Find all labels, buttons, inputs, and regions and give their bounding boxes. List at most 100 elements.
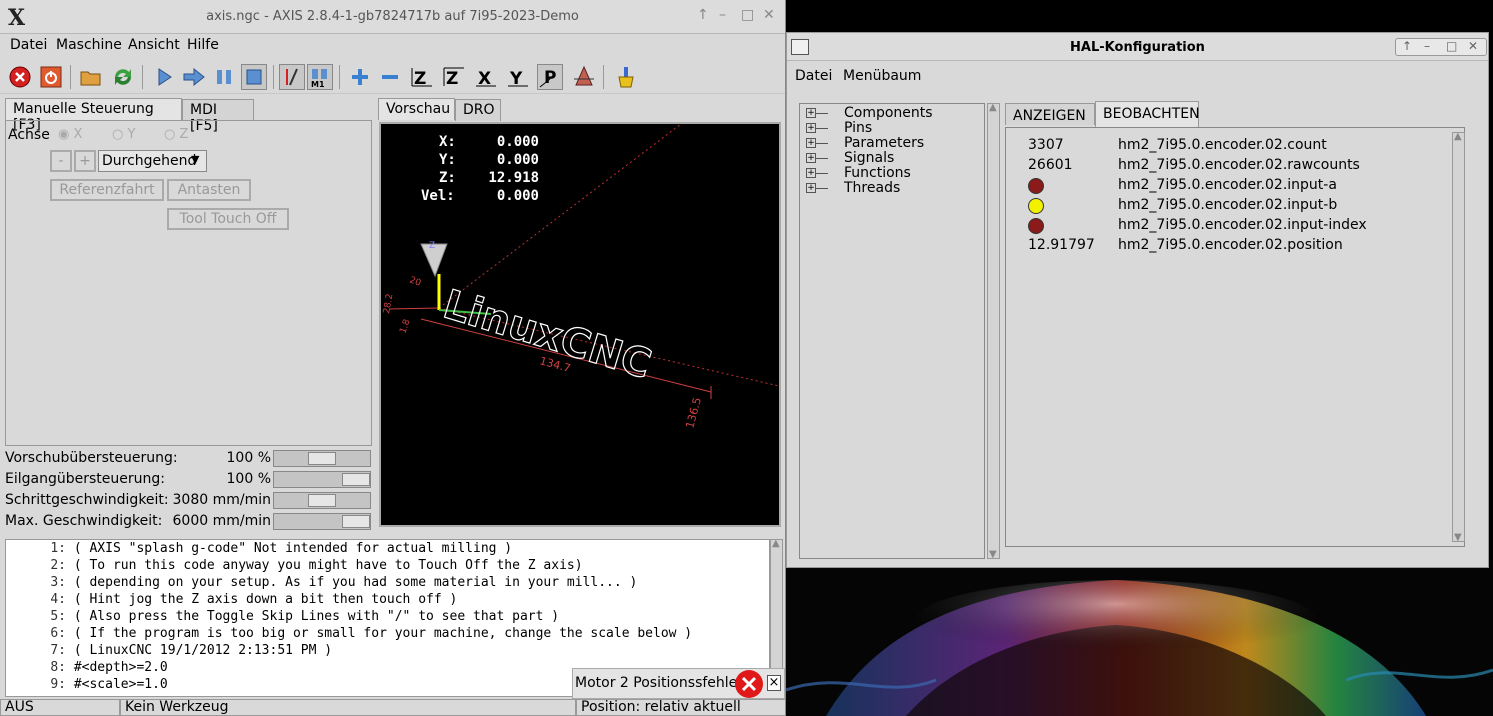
code-line[interactable]: 5: ( Also press the Toggle Skip Lines wi… — [6, 608, 769, 625]
expand-icon[interactable]: + — [806, 183, 816, 193]
rotate-view-button[interactable] — [571, 64, 597, 90]
axis-radio-y[interactable]: ○ Y — [112, 127, 135, 142]
tree-item-parameters[interactable]: + Parameters — [800, 136, 984, 151]
zoom-in-button[interactable] — [347, 64, 373, 90]
tree-item-components[interactable]: + Components — [800, 106, 984, 121]
code-line[interactable]: 2: ( To run this code anyway you might h… — [6, 557, 769, 574]
max-velocity-slider[interactable] — [273, 513, 371, 530]
toolpath-preview[interactable]: X: 0.000 Y: 0.000 Z: 12.918 Vel: 0.000 Z… — [379, 122, 781, 527]
run-button[interactable] — [151, 64, 177, 90]
tree-item-threads[interactable]: + Threads — [800, 181, 984, 196]
tree-item-functions[interactable]: + Functions — [800, 166, 984, 181]
window-minimize-icon[interactable]: – — [1424, 39, 1430, 53]
tab-preview[interactable]: Vorschau — [378, 98, 455, 120]
dimension-label: 136.5 — [683, 396, 704, 430]
jog-mode-select[interactable]: Durchgehend ▼ — [98, 150, 207, 172]
error-close-button[interactable]: × — [767, 675, 781, 691]
zoom-out-button[interactable] — [377, 64, 403, 90]
tab-mdi[interactable]: MDI [F5] — [182, 99, 254, 134]
slider-thumb[interactable] — [308, 494, 336, 507]
dimension-line — [388, 307, 440, 310]
tool-z-marker: Z — [429, 241, 435, 251]
open-file-button[interactable] — [78, 64, 104, 90]
jog-minus-button[interactable]: - — [50, 150, 72, 172]
view-z2-button[interactable]: Z — [441, 64, 467, 90]
axis-radio-z[interactable]: ○ Z — [164, 127, 188, 142]
probe-button[interactable]: Antasten — [167, 179, 251, 201]
expand-icon[interactable]: + — [806, 138, 816, 148]
slider-thumb[interactable] — [308, 452, 336, 465]
step-button[interactable] — [181, 64, 207, 90]
machine-power-button[interactable] — [38, 64, 64, 90]
view-z2-icon: Z — [443, 67, 464, 89]
expand-icon[interactable]: + — [806, 168, 816, 178]
scroll-down-icon[interactable]: ▼ — [1454, 532, 1462, 543]
tree-label: Components — [844, 105, 933, 121]
jog-speed-label: Schrittgeschwindigkeit: — [5, 492, 169, 508]
watch-name: hm2_7i95.0.encoder.02.rawcounts — [1118, 157, 1360, 173]
menu-hilfe[interactable]: Hilfe — [187, 37, 219, 53]
menu-datei[interactable]: Datei — [10, 37, 47, 53]
tab-manual-control[interactable]: Manuelle Steuerung [F3] — [5, 98, 182, 133]
watch-scrollbar[interactable]: ▲ ▼ — [1452, 131, 1465, 543]
window-close-icon[interactable]: ✕ — [763, 7, 775, 23]
window-maximize-icon[interactable]: □ — [1446, 39, 1457, 53]
tab-dro[interactable]: DRO — [455, 99, 501, 121]
scroll-up-icon[interactable]: ▲ — [1454, 131, 1462, 142]
axis-radio-x[interactable]: ◉ X — [58, 127, 82, 142]
menu-maschine[interactable]: Maschine — [56, 37, 122, 53]
jog-plus-button[interactable]: + — [74, 150, 96, 172]
tree-line — [816, 188, 828, 189]
feed-override-slider[interactable] — [273, 450, 371, 467]
optional-stop-toggle[interactable]: M1 — [307, 64, 333, 90]
jog-speed-slider[interactable] — [273, 492, 371, 509]
window-up-icon[interactable]: ↑ — [697, 7, 709, 23]
hal-menu-tree[interactable]: Menübaum — [843, 68, 921, 84]
estop-button[interactable] — [7, 64, 33, 90]
expand-icon[interactable]: + — [806, 153, 816, 163]
code-scrollbar[interactable]: ▲ — [770, 538, 783, 669]
code-line[interactable]: 3: ( depending on your setup. As if you … — [6, 574, 769, 591]
scroll-up-icon[interactable]: ▲ — [989, 102, 997, 113]
code-line[interactable]: 4: ( Hint jog the Z axis down a bit then… — [6, 591, 769, 608]
stop-button[interactable] — [241, 64, 267, 90]
brush-icon — [618, 67, 634, 88]
view-z-button[interactable]: Z — [409, 64, 435, 90]
axis-titlebar[interactable]: X axis.ngc - AXIS 2.8.4-1-gb7824717b auf… — [0, 0, 785, 34]
tree-item-signals[interactable]: + Signals — [800, 151, 984, 166]
jog-speed-value: 3080 mm/min — [172, 492, 271, 508]
view-y-button[interactable]: Y — [505, 64, 531, 90]
rapid-override-slider[interactable] — [273, 471, 371, 488]
tab-watch[interactable]: BEOBACHTEN — [1095, 101, 1200, 127]
code-line[interactable]: 6: ( If the program is too big or small … — [6, 625, 769, 642]
view-x-button[interactable]: X — [473, 64, 499, 90]
scroll-down-icon[interactable]: ▼ — [989, 549, 997, 560]
code-line[interactable]: 1: ( AXIS "splash g-code" Not intended f… — [6, 540, 769, 557]
pause-button[interactable] — [211, 64, 237, 90]
slider-thumb[interactable] — [342, 473, 370, 486]
watch-panel: 3307 hm2_7i95.0.encoder.02.count 26601 h… — [1005, 127, 1465, 547]
expand-icon[interactable]: + — [806, 123, 816, 133]
tab-show[interactable]: ANZEIGEN — [1005, 103, 1095, 125]
home-button[interactable]: Referenzfahrt — [50, 179, 164, 201]
slider-thumb[interactable] — [342, 515, 370, 528]
window-up-icon[interactable]: ↑ — [1402, 39, 1412, 53]
hal-tree[interactable]: + Components + Pins + Parameters + Signals +… — [799, 103, 985, 559]
clear-plot-button[interactable] — [613, 64, 639, 90]
line-number: 5: — [50, 609, 66, 624]
window-close-icon[interactable]: ✕ — [1468, 39, 1478, 53]
hal-menu-datei[interactable]: Datei — [795, 68, 832, 84]
reload-button[interactable] — [110, 64, 136, 90]
hal-titlebar[interactable]: HAL-Konfiguration ↑ – □ ✕ — [787, 33, 1488, 61]
scroll-up-icon[interactable]: ▲ — [772, 538, 780, 549]
skip-lines-toggle[interactable] — [279, 64, 305, 90]
tool-touch-off-button[interactable]: Tool Touch Off — [167, 208, 289, 230]
expand-icon[interactable]: + — [806, 108, 816, 118]
view-p-button[interactable]: P — [537, 64, 563, 90]
window-minimize-icon[interactable]: – — [719, 7, 726, 23]
code-line[interactable]: 7: ( LinuxCNC 19/1/2012 2:13:51 PM ) — [6, 642, 769, 659]
tree-item-pins[interactable]: + Pins — [800, 121, 984, 136]
tree-scrollbar[interactable]: ▲ ▼ — [987, 102, 1000, 560]
menu-ansicht[interactable]: Ansicht — [128, 37, 180, 53]
window-maximize-icon[interactable]: □ — [741, 7, 754, 23]
